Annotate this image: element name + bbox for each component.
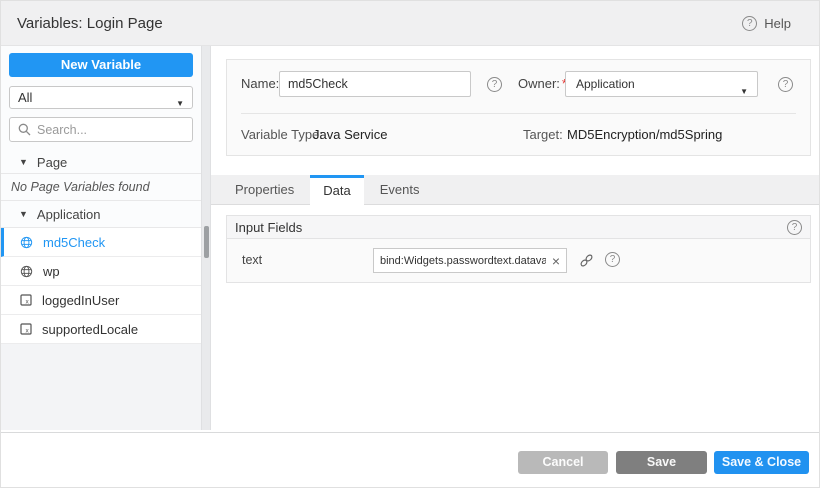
input-fields-header: Input Fields ? (226, 215, 811, 239)
name-input[interactable] (279, 71, 471, 97)
empty-page-variables-message: No Page Variables found (1, 174, 201, 201)
section-label: Page (37, 155, 67, 170)
variable-label: supportedLocale (42, 322, 138, 337)
name-help-icon[interactable]: ? (487, 77, 502, 92)
scrollbar-thumb[interactable] (204, 226, 209, 258)
input-fields-section: Input Fields ? text × ? (226, 215, 811, 283)
variable-label: md5Check (43, 235, 105, 250)
collapse-arrow-icon: ▼ (19, 209, 28, 219)
bind-link-icon[interactable] (579, 253, 594, 268)
dialog-header: Variables: Login Page ? Help (1, 1, 819, 46)
variable-form-panel: Name:* ? Owner:* Application ▼ ? Variabl… (226, 59, 811, 156)
service-variable-icon (20, 265, 33, 278)
collapse-arrow-icon: ▼ (19, 157, 28, 167)
target-value: MD5Encryption/md5Spring (567, 124, 722, 146)
variable-item-supportedlocale[interactable]: x supportedLocale (1, 315, 201, 344)
section-label: Application (37, 207, 101, 222)
help-button[interactable]: ? Help (742, 1, 791, 46)
tree-section-page[interactable]: ▼ Page (1, 151, 201, 174)
variable-detail-panel: Name:* ? Owner:* Application ▼ ? Variabl… (211, 46, 819, 430)
owner-select[interactable]: Application ▼ (565, 71, 758, 97)
tab-data[interactable]: Data (310, 175, 363, 206)
clear-binding-icon[interactable]: × (546, 253, 566, 269)
variable-type-label: Variable Type: (241, 124, 323, 146)
owner-label: Owner:* (518, 71, 567, 97)
page-title: Variables: Login Page (17, 1, 163, 46)
service-variable-icon (20, 236, 33, 249)
variable-label: wp (43, 264, 60, 279)
tab-events[interactable]: Events (364, 175, 436, 205)
variable-item-loggedinuser[interactable]: x loggedInUser (1, 286, 201, 315)
variable-filter-select[interactable]: All ▼ (9, 86, 193, 109)
field-name-label: text (242, 239, 262, 282)
variable-type-value: Java Service (313, 124, 387, 146)
filter-value: All (18, 90, 32, 105)
variable-item-wp[interactable]: wp (1, 257, 201, 286)
owner-help-icon[interactable]: ? (778, 77, 793, 92)
caret-down-icon: ▼ (176, 93, 184, 114)
save-close-button[interactable]: Save & Close (714, 451, 809, 474)
search-box (9, 117, 193, 142)
section-title: Input Fields (235, 220, 302, 235)
footer-divider (1, 432, 819, 433)
variables-dialog: Variables: Login Page ? Help New Variabl… (0, 0, 820, 488)
bind-expression-input[interactable] (374, 255, 546, 267)
cancel-button[interactable]: Cancel (518, 451, 608, 474)
save-button[interactable]: Save (616, 451, 707, 474)
detail-tabs: Properties Data Events (211, 175, 819, 205)
caret-down-icon: ▼ (740, 80, 748, 104)
variable-sidebar: New Variable All ▼ ▼ Page No Page Variab… (1, 46, 201, 430)
sidebar-empty-area (1, 344, 201, 430)
bind-expression-box: × (373, 248, 567, 273)
form-separator (241, 113, 796, 114)
help-icon: ? (742, 16, 757, 31)
owner-value: Application (576, 77, 635, 91)
help-label: Help (764, 16, 791, 31)
variable-label: loggedInUser (42, 293, 119, 308)
tree-section-application[interactable]: ▼ Application (1, 201, 201, 228)
new-variable-button[interactable]: New Variable (9, 53, 193, 77)
search-icon (18, 123, 31, 136)
variable-item-md5check[interactable]: md5Check (1, 228, 201, 257)
input-fields-body: text × ? (226, 239, 811, 283)
section-help-icon[interactable]: ? (787, 220, 802, 235)
target-label: Target: (523, 124, 563, 146)
static-variable-icon: x (20, 294, 32, 306)
panel-divider (201, 46, 211, 430)
readonly-row: Variable Type: Java Service Target: MD5E… (227, 124, 810, 146)
search-input[interactable] (37, 123, 184, 137)
static-variable-icon: x (20, 323, 32, 335)
field-help-icon[interactable]: ? (605, 252, 620, 267)
tab-properties[interactable]: Properties (219, 175, 310, 205)
